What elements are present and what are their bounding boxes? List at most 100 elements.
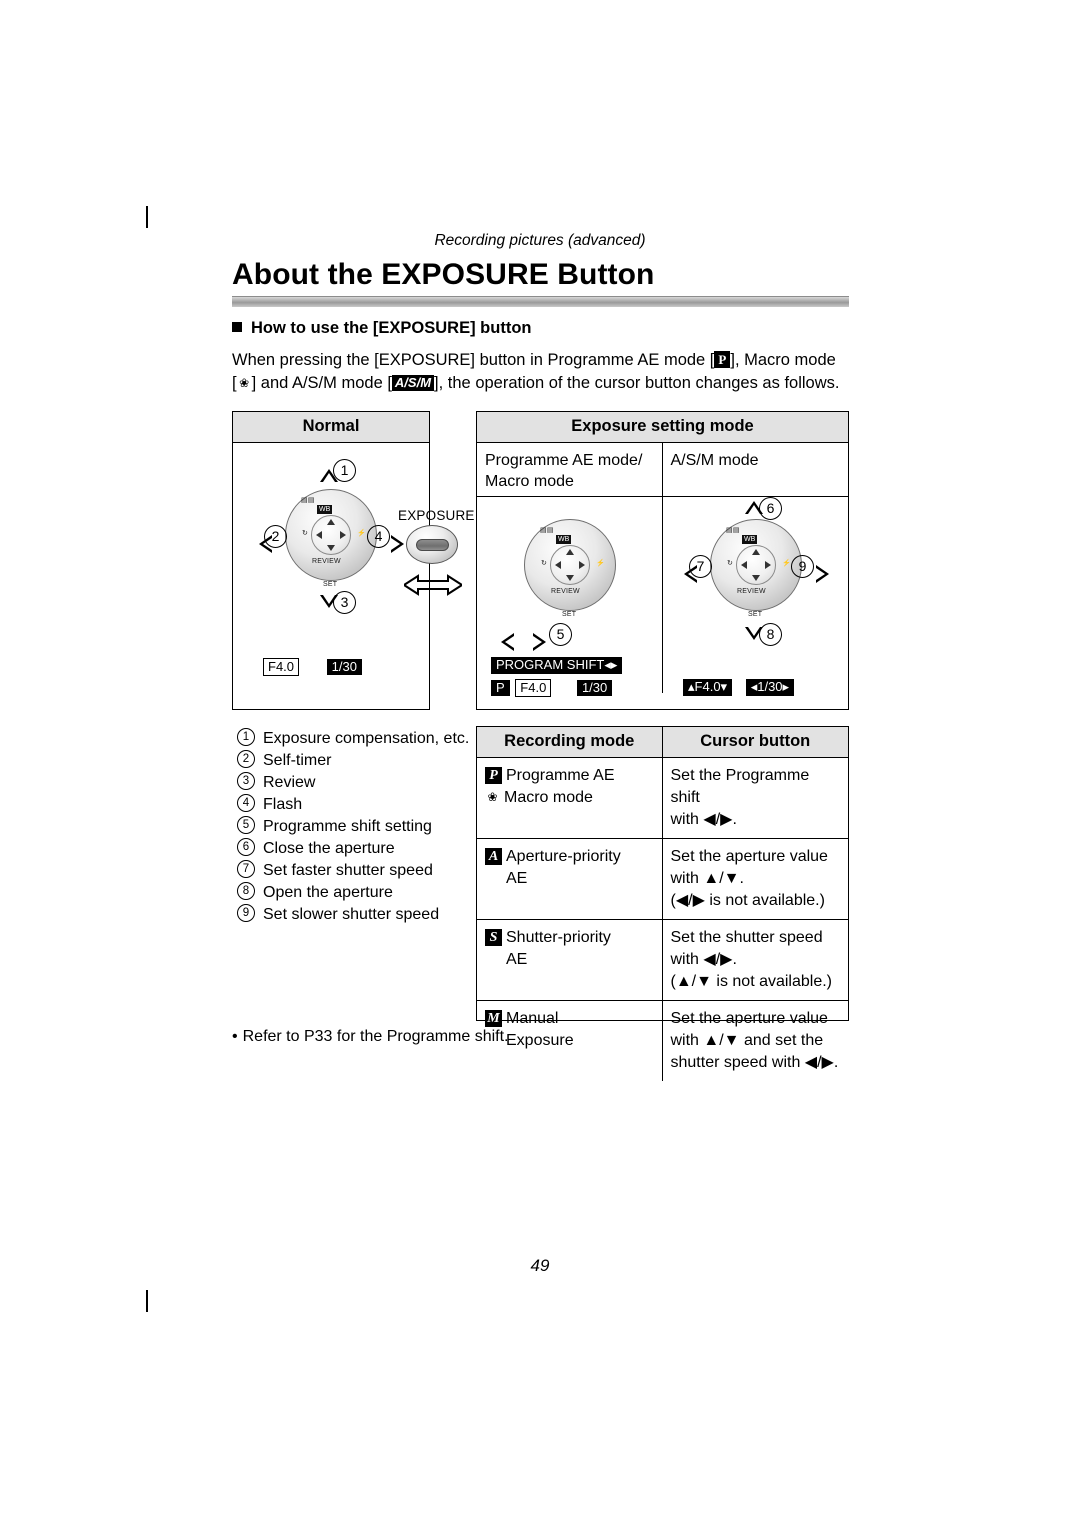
cursor-text-2: with ▲/▼ and set the	[670, 1032, 824, 1049]
asm-arrow-right	[816, 565, 829, 583]
programme-aperture-readout: F4.0	[515, 679, 552, 697]
table-cell-cursor: Set the aperture value with ▲/▼ and set …	[663, 1001, 849, 1081]
callout-legend-list: 1 Exposure compensation, etc. 2 Self-timer…	[237, 728, 472, 926]
cursor-text-2: with ▲/▼.	[670, 870, 744, 887]
asm-mode-glyph: A/S/M	[391, 374, 435, 391]
exposure-panel-title: Exposure setting mode	[477, 412, 848, 443]
exposure-panel-body: WB ▤▤ ↻ ⚡ REVIEW SET 5 PROGRAM SHIFT◂▸ P…	[477, 497, 848, 697]
table-row: S Shutter-priority AE Set the shutter spe…	[477, 920, 848, 1001]
dial-wb-chip: WB	[317, 505, 333, 514]
dial-set-label: SET	[323, 581, 338, 588]
legend-text: Flash	[263, 796, 303, 813]
table-cell-cursor: Set the aperture value with ▲/▼. (◀/▶ is…	[663, 839, 849, 919]
table-cell-cursor: Set the shutter speed with ◀/▶. (▲/▼ is …	[663, 920, 849, 1000]
cursor-text-1: Set the shutter speed	[670, 929, 823, 946]
callout-8: 8	[759, 623, 782, 646]
exposure-setting-mode-panel: Exposure setting mode Programme AE mode/…	[476, 411, 849, 710]
binding-mark-top	[146, 206, 148, 228]
double-arrow-icon	[402, 574, 464, 596]
asm-shutter-readout: ◂1/30▸	[745, 679, 795, 696]
recording-mode-table: Recording mode Cursor button P Programme …	[476, 726, 849, 1081]
dial-flash-icon: ⚡	[596, 560, 605, 567]
dial-set-label: SET	[748, 611, 763, 618]
dial-down-arrow-icon	[752, 575, 760, 581]
programme-values-readout: P F4.0 1/30	[491, 679, 613, 697]
mode-text-1: Shutter-priority	[506, 929, 611, 946]
table-header-cursor-button: Cursor button	[700, 732, 811, 750]
callout-3: 3	[333, 591, 356, 614]
legend-num: 9	[237, 904, 255, 922]
intro-paragraph: When pressing the [EXPOSURE] button in P…	[232, 349, 872, 394]
intro-part5: ], the operation of the cursor button ch…	[434, 373, 840, 392]
callout-5: 5	[549, 623, 572, 646]
legend-item: 9 Set slower shutter speed	[237, 904, 472, 926]
binding-mark-bottom	[146, 1290, 148, 1312]
dial-timer-icon: ↻	[541, 560, 548, 567]
refer-note: • Refer to P33 for the Programme shift.	[232, 1028, 509, 1046]
mode-badge-s: S	[485, 929, 502, 946]
asm-aperture-value: F4.0	[694, 679, 721, 694]
normal-panel-body: WB ▤▤ ↻ ⚡ REVIEW SET 1 2 3 4 F4.0 1/30	[233, 443, 429, 708]
intro-part2: ], Macro mode	[730, 351, 836, 369]
cursor-text-3: (▲/▼ is not available.)	[670, 973, 833, 990]
exposure-panel-col1-label: Programme AE mode/ Macro mode	[477, 443, 663, 496]
legend-num: 2	[237, 750, 255, 768]
dial-exp-icon: ▤▤	[301, 497, 315, 504]
table-row: P Programme AE ❀ Macro mode Set the Progra…	[477, 758, 848, 839]
dial-down-arrow-icon	[327, 545, 335, 551]
dial-right-arrow-icon	[765, 561, 771, 569]
normal-readout: F4.0 1/30	[263, 658, 362, 676]
callout-2: 2	[264, 525, 287, 548]
table-cell-mode: A Aperture-priority AE	[477, 839, 663, 919]
dial-right-arrow-icon	[340, 531, 346, 539]
page-number: 49	[530, 1256, 550, 1275]
cursor-text-2: with ◀/▶.	[670, 811, 737, 828]
mode-badge-a: A	[485, 848, 502, 865]
legend-num: 3	[237, 772, 255, 790]
dial-exp-icon: ▤▤	[540, 527, 554, 534]
legend-num: 7	[237, 860, 255, 878]
programme-arrow-left	[501, 633, 514, 651]
legend-item: 6 Close the aperture	[237, 838, 472, 860]
asm-readout: ▴F4.0▾ ◂1/30▸	[683, 679, 795, 696]
legend-num: 4	[237, 794, 255, 812]
mode-text-1: Manual	[506, 1010, 559, 1027]
manual-page: Recording pictures (advanced) About the …	[0, 0, 1080, 1526]
cursor-text-2: with ◀/▶.	[670, 951, 737, 968]
legend-item: 5 Programme shift setting	[237, 816, 472, 838]
dial-review-label: REVIEW	[737, 588, 766, 595]
cursor-text-1: Set the aperture value	[670, 1010, 828, 1027]
dial-review-label: REVIEW	[551, 588, 580, 595]
cursor-text-3: (◀/▶ is not available.)	[670, 892, 825, 909]
asm-aperture-readout: ▴F4.0▾	[683, 679, 733, 696]
title-rule	[232, 296, 849, 307]
legend-item: 8 Open the aperture	[237, 882, 472, 904]
exposure-button-label: EXPOSURE	[398, 508, 475, 523]
programme-arrow-right	[533, 633, 546, 651]
exposure-left-cell: WB ▤▤ ↻ ⚡ REVIEW SET 5 PROGRAM SHIFT◂▸ P…	[477, 497, 663, 697]
cursor-text-1: Set the aperture value	[670, 848, 828, 865]
legend-item: 7 Set faster shutter speed	[237, 860, 472, 882]
macro-icon: ❀	[487, 790, 498, 804]
dial-down-arrow-icon	[566, 575, 574, 581]
dial-wb-chip: WB	[742, 535, 758, 544]
legend-text: Exposure compensation, etc.	[263, 730, 470, 747]
asm-shutter-value: 1/30	[757, 679, 783, 694]
dial-up-arrow-icon	[566, 549, 574, 555]
bullet-square-icon	[232, 322, 242, 332]
mode-text-1: Aperture-priority	[506, 848, 621, 865]
table-cell-cursor: Set the Programme shift with ◀/▶.	[663, 758, 849, 838]
normal-shutter-readout: 1/30	[326, 659, 362, 675]
dial-right-arrow-icon	[579, 561, 585, 569]
program-shift-label: PROGRAM SHIFT◂▸	[491, 657, 623, 674]
exposure-button-graphic[interactable]	[406, 525, 458, 564]
intro-part1: When pressing the [EXPOSURE] button in P…	[232, 351, 715, 369]
legend-num: 6	[237, 838, 255, 856]
dial-review-label: REVIEW	[312, 558, 341, 565]
callout-4: 4	[367, 525, 390, 548]
legend-item: 4 Flash	[237, 794, 472, 816]
callout-7: 7	[689, 555, 712, 578]
legend-num: 8	[237, 882, 255, 900]
cursor-dial-asm: WB ▤▤ ↻ ⚡ REVIEW SET	[710, 519, 802, 618]
dial-left-arrow-icon	[316, 531, 322, 539]
